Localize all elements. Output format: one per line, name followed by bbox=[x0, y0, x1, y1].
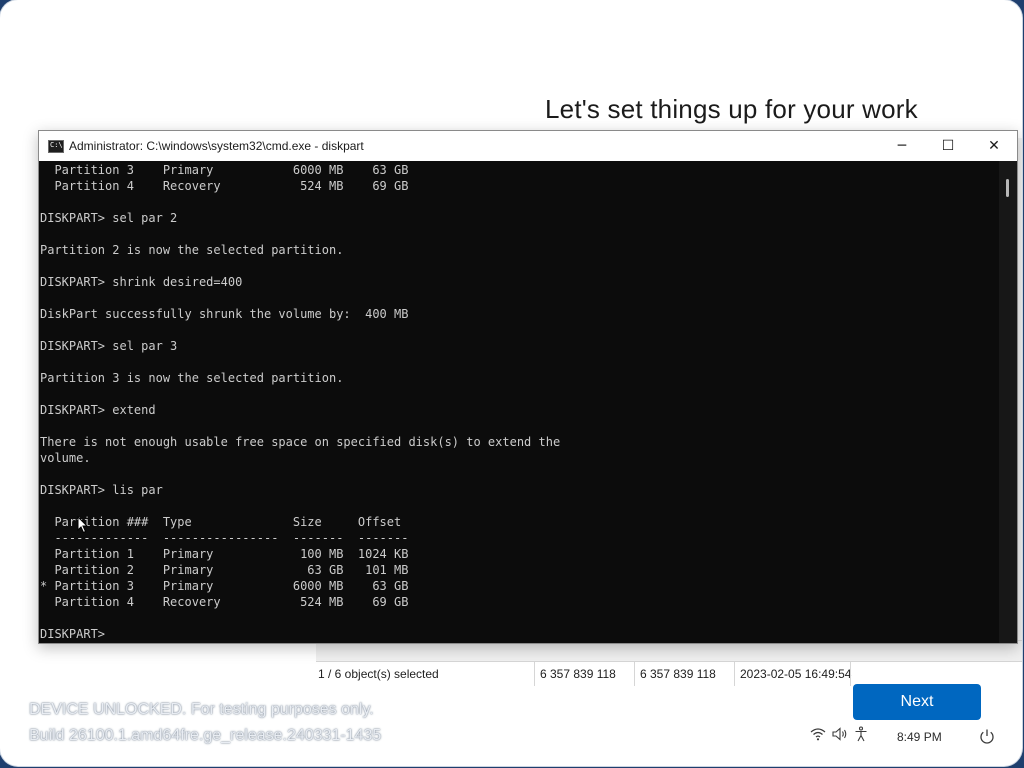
scrollbar-thumb[interactable] bbox=[1006, 179, 1009, 197]
cmd-window-title: Administrator: C:\windows\system32\cmd.e… bbox=[69, 139, 364, 153]
cmd-console[interactable]: Partition 3 Primary 6000 MB 63 GB Partit… bbox=[39, 161, 999, 643]
power-icon[interactable] bbox=[978, 728, 996, 746]
accessibility-icon[interactable] bbox=[854, 726, 868, 742]
console-line: DISKPART> extend bbox=[40, 403, 156, 417]
status-size: 6 357 839 118 bbox=[540, 667, 616, 681]
clock: 8:49 PM bbox=[897, 730, 942, 744]
console-line: * Partition 3 Primary 6000 MB 63 GB bbox=[40, 579, 409, 593]
console-line: ------------- ---------------- ------- -… bbox=[40, 531, 409, 545]
status-date: 2023-02-05 16:49:54 bbox=[740, 667, 852, 681]
console-line: Partition 3 is now the selected partitio… bbox=[40, 371, 344, 385]
console-line: DISKPART> lis par bbox=[40, 483, 163, 497]
cmd-window[interactable]: C:\ Administrator: C:\windows\system32\c… bbox=[38, 130, 1018, 644]
volume-icon[interactable] bbox=[831, 726, 849, 742]
watermark-line2: Build 26100.1.amd64fre.ge_release.240331… bbox=[29, 727, 382, 744]
console-line: DiskPart successfully shrunk the volume … bbox=[40, 307, 409, 321]
console-line: Partition 2 is now the selected partitio… bbox=[40, 243, 344, 257]
console-line: Partition ### Type Size Offset bbox=[40, 515, 402, 529]
console-line: DISKPART> bbox=[40, 627, 106, 641]
mouse-cursor-icon bbox=[77, 516, 89, 534]
console-line: Partition 1 Primary 100 MB 1024 KB bbox=[40, 547, 409, 561]
maximize-button[interactable]: ☐ bbox=[925, 131, 971, 161]
oobe-card: Let's set things up for your work 1 / 6 … bbox=[0, 0, 1022, 766]
status-divider bbox=[534, 662, 535, 686]
console-line: volume. bbox=[40, 451, 91, 465]
status-divider bbox=[634, 662, 635, 686]
cmd-app-icon[interactable]: C:\ bbox=[48, 140, 64, 153]
watermark-line1: DEVICE UNLOCKED. For testing purposes on… bbox=[29, 701, 374, 718]
cmd-titlebar[interactable]: C:\ Administrator: C:\windows\system32\c… bbox=[39, 131, 1017, 161]
next-button[interactable]: Next bbox=[853, 684, 981, 720]
close-button[interactable]: ✕ bbox=[971, 131, 1017, 161]
console-output: Partition 3 Primary 6000 MB 63 GB Partit… bbox=[39, 162, 560, 642]
minimize-button[interactable]: ─ bbox=[879, 131, 925, 161]
wifi-icon[interactable] bbox=[810, 726, 826, 742]
status-size: 6 357 839 118 bbox=[640, 667, 716, 681]
status-divider bbox=[734, 662, 735, 686]
status-divider bbox=[850, 662, 851, 686]
console-line: Partition 4 Recovery 524 MB 69 GB bbox=[40, 179, 409, 193]
explorer-status-bar: 1 / 6 object(s) selected 6 357 839 118 6… bbox=[316, 640, 1022, 686]
console-line: There is not enough usable free space on… bbox=[40, 435, 561, 449]
console-line: DISKPART> sel par 3 bbox=[40, 339, 178, 353]
console-line: DISKPART> sel par 2 bbox=[40, 211, 178, 225]
status-selection: 1 / 6 object(s) selected bbox=[318, 667, 439, 681]
console-line: Partition 4 Recovery 524 MB 69 GB bbox=[40, 595, 409, 609]
page-title: Let's set things up for your work bbox=[545, 94, 918, 124]
status-row: 1 / 6 object(s) selected 6 357 839 118 6… bbox=[316, 661, 1022, 686]
console-line: DISKPART> shrink desired=400 bbox=[40, 275, 243, 289]
console-line: Partition 2 Primary 63 GB 101 MB bbox=[40, 563, 409, 577]
console-scrollbar[interactable] bbox=[999, 161, 1017, 643]
console-line: Partition 3 Primary 6000 MB 63 GB bbox=[40, 163, 409, 177]
